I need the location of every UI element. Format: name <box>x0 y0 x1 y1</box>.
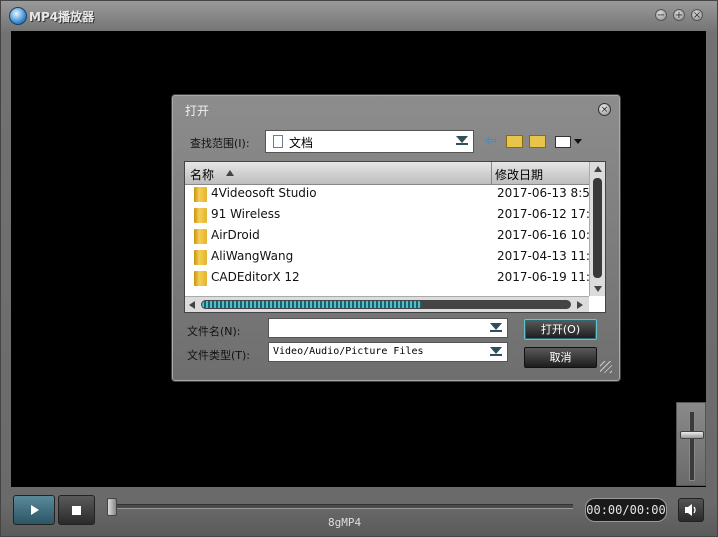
file-name: CADEditorX 12 <box>211 270 300 284</box>
list-item[interactable]: AliWangWang 2017-04-13 11:2 <box>185 247 598 268</box>
chevron-down-icon <box>490 347 502 354</box>
maximize-button[interactable]: + <box>673 9 685 21</box>
stop-button[interactable] <box>58 495 95 525</box>
folder-icon <box>194 187 207 202</box>
horizontal-scroll-thumb[interactable] <box>202 301 422 308</box>
file-name: AliWangWang <box>211 249 294 263</box>
column-header-name[interactable]: 名称 <box>190 166 214 183</box>
scroll-right-icon[interactable] <box>577 301 583 309</box>
folder-icon <box>194 208 207 223</box>
scroll-left-icon[interactable] <box>189 301 195 309</box>
resize-grip[interactable] <box>600 361 612 373</box>
vertical-scroll-thumb[interactable] <box>593 178 602 278</box>
dialog-close-button[interactable]: × <box>598 103 611 116</box>
list-header: 名称 修改日期 <box>185 162 589 185</box>
close-button[interactable]: × <box>691 9 703 21</box>
file-list[interactable]: 名称 修改日期 4Videosoft Studio 2017-06-13 8:5… <box>184 161 606 313</box>
filename-label: 文件名(N): <box>187 325 241 338</box>
open-button[interactable]: 打开(O) <box>524 319 597 340</box>
dropdown-bar-icon <box>490 330 502 332</box>
scroll-down-icon[interactable] <box>594 286 602 292</box>
column-separator[interactable] <box>491 162 492 184</box>
column-header-modified[interactable]: 修改日期 <box>495 166 543 183</box>
chevron-down-icon <box>456 136 468 143</box>
filename-input[interactable] <box>268 318 508 338</box>
folder-icon <box>194 271 207 286</box>
sort-ascending-icon <box>226 170 234 176</box>
list-item[interactable]: 91 Wireless 2017-06-12 17:2 <box>185 205 598 226</box>
back-arrow-icon[interactable]: ⇦ <box>485 133 501 149</box>
view-menu-icon[interactable] <box>555 136 571 148</box>
file-name: AirDroid <box>211 228 260 242</box>
title-bar[interactable]: MP4播放器 − + × <box>1 1 717 31</box>
app-name-label: 8gMP4 <box>328 516 362 529</box>
file-name: 4Videosoft Studio <box>211 186 317 200</box>
app-title: MP4播放器 <box>29 10 95 24</box>
progress-track[interactable] <box>111 504 573 509</box>
volume-slider[interactable] <box>676 402 706 486</box>
chevron-down-icon[interactable] <box>490 323 502 330</box>
vertical-scrollbar[interactable] <box>589 162 605 296</box>
mute-button[interactable] <box>678 498 704 522</box>
playback-controls: 8gMP4 00:00/00:00 <box>1 488 717 536</box>
progress-thumb[interactable] <box>107 498 117 516</box>
speaker-icon <box>685 504 696 516</box>
cancel-button[interactable]: 取消 <box>524 347 597 368</box>
play-button[interactable] <box>13 495 55 525</box>
filetype-select[interactable]: Video/Audio/Picture Files <box>268 342 508 362</box>
file-name: 91 Wireless <box>211 207 281 221</box>
file-date: 2017-06-12 17:2 <box>497 207 598 221</box>
open-file-dialog: 打开 × 查找范围(I): 文档 ⇦ 名称 修改日期 4Videosoft St… <box>171 94 621 382</box>
view-dropdown-icon[interactable] <box>574 139 582 144</box>
up-folder-icon[interactable] <box>506 135 523 148</box>
volume-thumb[interactable] <box>680 431 704 439</box>
minimize-button[interactable]: − <box>655 9 667 21</box>
time-display: 00:00/00:00 <box>585 498 667 522</box>
filetype-value: Video/Audio/Picture Files <box>273 346 424 357</box>
player-window: MP4播放器 − + × 8gMP4 00:00/00:00 打开 × 查找范围… <box>0 0 718 537</box>
play-icon <box>31 505 39 515</box>
file-date: 2017-06-13 8:51 <box>497 186 598 200</box>
dropdown-bar-icon <box>490 354 502 356</box>
horizontal-scrollbar[interactable] <box>185 296 589 312</box>
dialog-title: 打开 <box>185 104 210 118</box>
look-in-label: 查找范围(I): <box>190 137 250 150</box>
file-date: 2017-06-16 10:2 <box>497 228 598 242</box>
file-date: 2017-04-13 11:2 <box>497 249 598 263</box>
app-logo-icon <box>9 7 27 25</box>
stop-icon <box>72 506 81 515</box>
filetype-label: 文件类型(T): <box>187 349 251 362</box>
document-icon <box>273 135 283 148</box>
folder-icon <box>194 229 207 244</box>
look-in-value: 文档 <box>289 136 314 150</box>
new-folder-icon[interactable] <box>529 135 546 148</box>
list-item[interactable]: AirDroid 2017-06-16 10:2 <box>185 226 598 247</box>
volume-track <box>689 411 695 481</box>
look-in-select[interactable]: 文档 <box>265 130 474 153</box>
scroll-up-icon[interactable] <box>594 166 602 172</box>
list-item[interactable]: 4Videosoft Studio 2017-06-13 8:51 <box>185 184 598 205</box>
file-date: 2017-06-19 11:4 <box>497 270 598 284</box>
folder-icon <box>194 250 207 265</box>
list-item[interactable]: CADEditorX 12 2017-06-19 11:4 <box>185 268 598 289</box>
dropdown-bar-icon <box>456 143 468 145</box>
